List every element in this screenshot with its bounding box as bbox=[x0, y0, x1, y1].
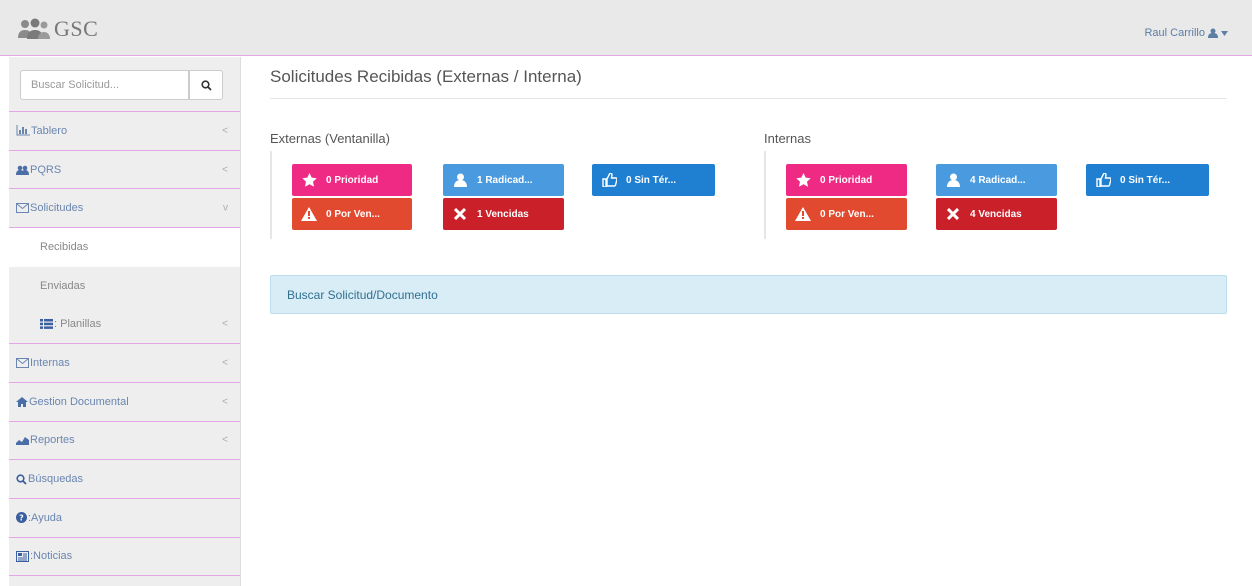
tile-label: 1 Radicad... bbox=[477, 174, 533, 186]
bar-chart-icon bbox=[16, 125, 30, 136]
tile-radicadas-externas[interactable]: 1 Radicad... bbox=[443, 164, 564, 196]
chevron-down-icon: v bbox=[223, 202, 228, 214]
tile-vencidas-internas[interactable]: 4 Vencidas bbox=[936, 198, 1057, 230]
sidebar-item-ayuda[interactable]: ? :Ayuda bbox=[9, 499, 240, 538]
envelope-icon bbox=[16, 357, 29, 368]
sidebar-item-gestion-documental[interactable]: Gestion Documental < bbox=[9, 383, 240, 422]
search-document-panel[interactable]: Buscar Solicitud/Documento bbox=[270, 275, 1227, 314]
thumbs-up-icon bbox=[1086, 173, 1120, 187]
brand[interactable]: GSC bbox=[18, 16, 98, 42]
search-input[interactable] bbox=[20, 70, 189, 100]
group-divider bbox=[270, 151, 274, 239]
user-icon bbox=[443, 173, 477, 187]
warning-icon bbox=[786, 207, 820, 221]
user-menu[interactable]: Raul Carrillo bbox=[1144, 27, 1228, 39]
sidebar-item-noticias[interactable]: :Noticias bbox=[9, 538, 240, 577]
top-navbar: GSC Raul Carrillo bbox=[0, 0, 1252, 56]
sidebar-item-label: :Ayuda bbox=[28, 511, 63, 524]
chevron-left-icon: < bbox=[222, 125, 228, 137]
title-divider bbox=[270, 98, 1227, 99]
chevron-left-icon: < bbox=[222, 318, 228, 330]
page-title: Solicitudes Recibidas (Externas / Intern… bbox=[270, 67, 582, 86]
tile-label: 0 Prioridad bbox=[820, 174, 873, 186]
user-name: Raul Carrillo bbox=[1144, 27, 1205, 39]
user-icon bbox=[1208, 28, 1218, 38]
sidebar-item-label: PQRS bbox=[30, 163, 62, 176]
group-title: Externas (Ventanilla) bbox=[270, 131, 390, 146]
sidebar-subitem-label: Recibidas bbox=[40, 241, 89, 254]
tile-label: 0 Sin Tér... bbox=[1120, 174, 1171, 186]
users-icon bbox=[16, 165, 29, 175]
newspaper-icon bbox=[16, 550, 29, 562]
tile-label: 0 Por Ven... bbox=[820, 208, 874, 220]
warning-icon bbox=[292, 207, 326, 221]
chevron-left-icon: < bbox=[222, 357, 228, 369]
list-icon bbox=[40, 319, 53, 330]
home-icon bbox=[16, 396, 28, 407]
sidebar-item-busquedas[interactable]: Búsquedas bbox=[9, 460, 240, 499]
sidebar-item-label: Internas bbox=[30, 356, 70, 369]
tile-label: 0 Sin Tér... bbox=[626, 174, 677, 186]
sidebar-subitem-planillas[interactable]: : Planillas < bbox=[9, 305, 240, 345]
sidebar-item-label: Tablero bbox=[31, 124, 68, 137]
sidebar-item-solicitudes[interactable]: Solicitudes v bbox=[9, 189, 240, 229]
group-externas: Externas (Ventanilla) bbox=[270, 131, 390, 239]
sidebar-item-label: Búsquedas bbox=[28, 473, 84, 486]
close-icon bbox=[443, 208, 477, 220]
tile-label: 1 Vencidas bbox=[477, 208, 529, 220]
sidebar-item-label: Gestion Documental bbox=[29, 395, 129, 408]
users-logo-icon bbox=[18, 18, 50, 39]
tile-por-vencer-externas[interactable]: 0 Por Ven... bbox=[292, 198, 412, 230]
sidebar-item-tablero[interactable]: Tablero < bbox=[9, 112, 240, 151]
star-icon bbox=[786, 173, 820, 187]
sidebar-item-label: Solicitudes bbox=[30, 202, 84, 215]
sidebar-subitem-enviadas[interactable]: Enviadas bbox=[9, 267, 240, 306]
tile-por-vencer-internas[interactable]: 0 Por Ven... bbox=[786, 198, 907, 230]
caret-down-icon bbox=[1221, 30, 1228, 36]
brand-name: GSC bbox=[54, 16, 99, 41]
tile-label: 4 Radicad... bbox=[970, 174, 1026, 186]
sidebar-item-pqrs[interactable]: PQRS < bbox=[9, 151, 240, 190]
sidebar-item-label: :Noticias bbox=[30, 550, 73, 563]
sidebar-subitem-label: Enviadas bbox=[40, 280, 86, 293]
close-icon bbox=[936, 208, 970, 220]
tile-label: 4 Vencidas bbox=[970, 208, 1022, 220]
chevron-left-icon: < bbox=[222, 396, 228, 408]
area-chart-icon bbox=[16, 435, 29, 446]
svg-text:?: ? bbox=[19, 514, 24, 523]
tile-label: 0 Prioridad bbox=[326, 174, 379, 186]
tile-vencidas-externas[interactable]: 1 Vencidas bbox=[443, 198, 564, 230]
tile-radicadas-internas[interactable]: 4 Radicad... bbox=[936, 164, 1057, 196]
group-internas: Internas bbox=[764, 131, 811, 239]
panel-title: Buscar Solicitud/Documento bbox=[287, 287, 438, 302]
sidebar-subitem-recibidas[interactable]: Recibidas bbox=[9, 228, 240, 267]
user-icon bbox=[936, 173, 970, 187]
search-button[interactable] bbox=[189, 70, 223, 100]
thumbs-up-icon bbox=[592, 173, 626, 187]
search-icon bbox=[200, 79, 212, 91]
tile-label: 0 Por Ven... bbox=[326, 208, 380, 220]
sidebar-item-label: Reportes bbox=[30, 434, 75, 447]
sidebar: Tablero < PQRS < Solicitudes v Recibidas… bbox=[9, 57, 241, 586]
star-icon bbox=[292, 173, 326, 187]
tile-prioridad-externas[interactable]: 0 Prioridad bbox=[292, 164, 412, 196]
envelope-icon bbox=[16, 203, 29, 214]
sidebar-item-reportes[interactable]: Reportes < bbox=[9, 422, 240, 461]
group-divider bbox=[764, 151, 768, 239]
sidebar-subitem-label: : Planillas bbox=[54, 318, 102, 331]
tile-prioridad-internas[interactable]: 0 Prioridad bbox=[786, 164, 907, 196]
group-title: Internas bbox=[764, 131, 811, 146]
tile-sin-termino-externas[interactable]: 0 Sin Tér... bbox=[592, 164, 715, 196]
chevron-left-icon: < bbox=[222, 434, 228, 446]
sidebar-item-internas[interactable]: Internas < bbox=[9, 344, 240, 383]
sidebar-search bbox=[9, 57, 240, 112]
tile-sin-termino-internas[interactable]: 0 Sin Tér... bbox=[1086, 164, 1209, 196]
search-icon bbox=[16, 473, 27, 485]
question-icon: ? bbox=[16, 512, 27, 524]
chevron-left-icon: < bbox=[222, 164, 228, 176]
